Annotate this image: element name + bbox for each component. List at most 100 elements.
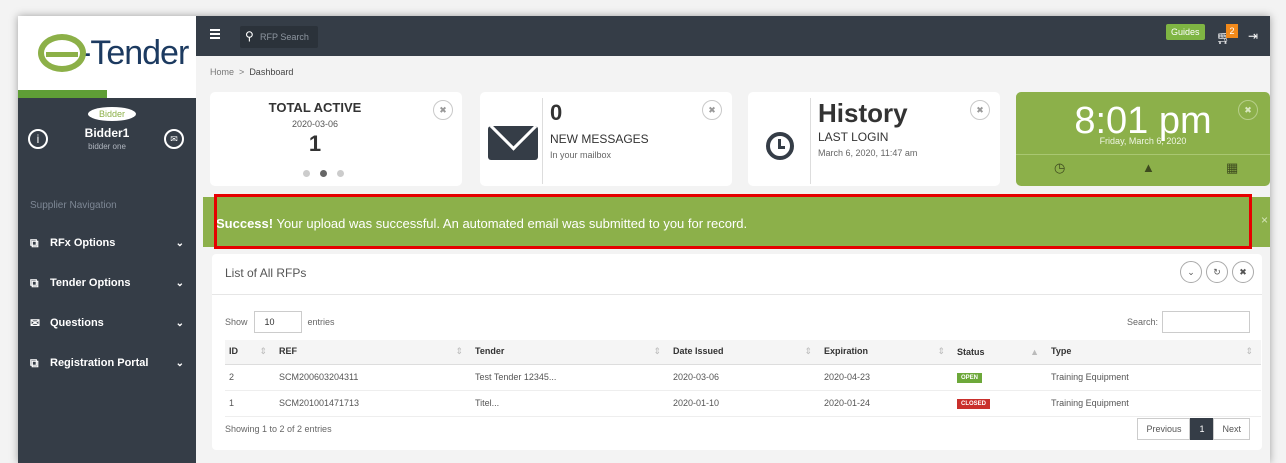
sidebar-item-questions[interactable]: ✉ Questions ⌄ bbox=[18, 303, 196, 343]
cell-date-issued: 2020-03-06 bbox=[669, 364, 820, 391]
last-login-date: March 6, 2020, 11:47 am bbox=[818, 148, 918, 158]
highlight-box bbox=[214, 194, 1252, 249]
bell-icon[interactable]: ▲ bbox=[1142, 160, 1155, 175]
status-badge: CLOSED bbox=[957, 399, 991, 409]
messages-title: NEW MESSAGES bbox=[550, 132, 649, 146]
divider bbox=[212, 294, 1262, 295]
total-active-card: TOTAL ACTIVE 2020-03-06 1 ✖ bbox=[210, 92, 462, 186]
table-row[interactable]: 2 SCM200603204311 Test Tender 12345... 2… bbox=[225, 364, 1261, 391]
carousel-dot[interactable] bbox=[337, 170, 344, 177]
clock-card: 8:01 pm Friday, March 6, 2020 ◷ ▲ ▦ ✖ bbox=[1016, 92, 1270, 186]
carousel-dot[interactable] bbox=[303, 170, 310, 177]
cell-tender[interactable]: Titel... bbox=[471, 390, 669, 417]
calendar-icon[interactable]: ▦ bbox=[1226, 160, 1238, 176]
search-label: Search: bbox=[1126, 317, 1158, 327]
entries-select[interactable]: 10 bbox=[253, 311, 302, 333]
carousel-dot-active[interactable] bbox=[320, 170, 327, 177]
guides-button[interactable]: Guides bbox=[1166, 24, 1205, 40]
topbar: ⚲ Guides 🛒︎ 2 ⇥ bbox=[196, 16, 1270, 56]
search-box: ⚲ bbox=[240, 26, 318, 48]
clock-icon[interactable]: ◷ bbox=[1054, 160, 1065, 176]
cell-date-issued: 2020-01-10 bbox=[669, 390, 820, 417]
envelope-icon: ✉ bbox=[30, 316, 41, 330]
nav-heading: Supplier Navigation bbox=[30, 200, 117, 211]
divider bbox=[1016, 154, 1270, 155]
cell-id: 1 bbox=[225, 390, 275, 417]
sidebar-item-tender-options[interactable]: ⧉ Tender Options ⌄ bbox=[18, 263, 196, 303]
role-badge: Bidder bbox=[88, 107, 136, 121]
cell-tender[interactable]: Test Tender 12345... bbox=[471, 364, 669, 391]
sidebar-item-label: RFx Options bbox=[50, 237, 116, 249]
current-date: Friday, March 6, 2020 bbox=[1099, 136, 1187, 146]
messages-card: 0 NEW MESSAGES In your mailbox ✖ bbox=[480, 92, 732, 186]
breadcrumb-home[interactable]: Home bbox=[210, 67, 234, 77]
search-input[interactable] bbox=[260, 29, 314, 45]
entries-control: Show 10 entries bbox=[225, 311, 335, 333]
cell-status: CLOSED bbox=[953, 390, 1047, 417]
cell-type: Training Equipment bbox=[1047, 390, 1261, 417]
app-window: -Tender Bidder i Bidder1 bidder one ✉ Su… bbox=[18, 16, 1270, 463]
last-login-label: LAST LOGIN bbox=[818, 130, 889, 144]
status-badge: OPEN bbox=[957, 373, 983, 383]
close-icon[interactable]: ✖ bbox=[970, 100, 990, 120]
logout-icon[interactable]: ⇥ bbox=[1248, 29, 1258, 43]
sidebar-item-rfx-options[interactable]: ⧉ RFx Options ⌄ bbox=[18, 223, 196, 263]
close-icon[interactable]: ✖ bbox=[702, 100, 722, 120]
column-header[interactable]: ID ⇕ bbox=[225, 340, 275, 365]
cell-expiration: 2020-01-24 bbox=[820, 390, 953, 417]
next-button[interactable]: Next bbox=[1213, 418, 1250, 440]
cubes-icon: ⧉ bbox=[30, 275, 39, 290]
brand-bar bbox=[18, 90, 196, 98]
clock-icon bbox=[766, 132, 794, 160]
sidebar-item-registration-portal[interactable]: ⧉ Registration Portal ⌄ bbox=[18, 343, 196, 383]
logo-e-icon bbox=[38, 34, 86, 72]
cubes-icon: ⧉ bbox=[30, 235, 39, 250]
column-header[interactable]: Date Issued ⇕ bbox=[669, 340, 820, 365]
logo[interactable]: -Tender bbox=[18, 16, 196, 90]
column-header[interactable]: Tender ⇕ bbox=[471, 340, 669, 365]
cell-expiration: 2020-04-23 bbox=[820, 364, 953, 391]
cart-count-badge: 2 bbox=[1226, 24, 1238, 38]
cell-ref: SCM200603204311 bbox=[275, 364, 471, 391]
menu-toggle-icon[interactable] bbox=[210, 29, 220, 39]
column-header[interactable]: Expiration ⇕ bbox=[820, 340, 953, 365]
show-label: Show bbox=[225, 317, 248, 327]
refresh-icon[interactable]: ↻ bbox=[1206, 261, 1228, 283]
rfp-table: ID ⇕ REF ⇕ Tender ⇕ Date Issued ⇕ Expiration… bbox=[225, 340, 1261, 417]
pagination: Previous 1 Next bbox=[1137, 418, 1250, 440]
logo-text: -Tender bbox=[80, 33, 189, 72]
column-header[interactable]: Status ▲ bbox=[953, 340, 1047, 365]
column-header[interactable]: Type ⇕ bbox=[1047, 340, 1261, 365]
divider bbox=[810, 98, 811, 184]
close-icon[interactable]: ✖ bbox=[433, 100, 453, 120]
panel-title: List of All RFPs bbox=[225, 266, 307, 280]
mail-icon[interactable]: ✉ bbox=[164, 129, 184, 149]
chevron-down-icon: ⌄ bbox=[175, 237, 184, 249]
cell-id: 2 bbox=[225, 364, 275, 391]
cell-ref: SCM201001471713 bbox=[275, 390, 471, 417]
sidebar-item-label: Questions bbox=[50, 317, 104, 329]
chevron-down-icon: ⌄ bbox=[175, 357, 184, 369]
history-card: History LAST LOGIN March 6, 2020, 11:47 … bbox=[748, 92, 1000, 186]
messages-count: 0 bbox=[550, 100, 563, 125]
table-search-input[interactable] bbox=[1162, 311, 1250, 333]
close-icon[interactable]: ✖ bbox=[1238, 100, 1258, 120]
total-active-count: 1 bbox=[308, 131, 322, 156]
column-header[interactable]: REF ⇕ bbox=[275, 340, 471, 365]
close-icon[interactable]: ✖ bbox=[1232, 261, 1254, 283]
collapse-icon[interactable]: ⌄ bbox=[1180, 261, 1202, 283]
messages-subtitle: In your mailbox bbox=[550, 150, 612, 160]
rfp-panel: List of All RFPs ⌄ ↻ ✖ Show 10 entries S… bbox=[212, 254, 1262, 450]
table-info: Showing 1 to 2 of 2 entries bbox=[225, 424, 332, 434]
entries-label: entries bbox=[307, 317, 335, 327]
sidebar: -Tender Bidder i Bidder1 bidder one ✉ Su… bbox=[18, 16, 196, 463]
page-button-1[interactable]: 1 bbox=[1190, 418, 1214, 440]
history-title: History bbox=[818, 98, 908, 128]
table-row[interactable]: 1 SCM201001471713 Titel... 2020-01-10 20… bbox=[225, 390, 1261, 417]
cell-status: OPEN bbox=[953, 364, 1047, 391]
close-icon[interactable]: × bbox=[1261, 213, 1268, 227]
previous-button[interactable]: Previous bbox=[1137, 418, 1191, 440]
total-active-date: 2020-03-06 bbox=[291, 119, 339, 129]
cell-type: Training Equipment bbox=[1047, 364, 1261, 391]
table-header-row: ID ⇕ REF ⇕ Tender ⇕ Date Issued ⇕ Expiration… bbox=[225, 340, 1261, 365]
